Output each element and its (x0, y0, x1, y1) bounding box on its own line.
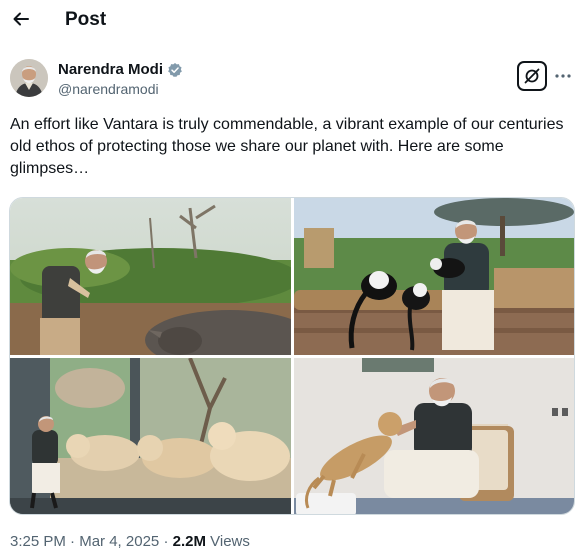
top-bar: Post (0, 0, 588, 42)
more-options-button[interactable] (555, 63, 571, 84)
author-name[interactable]: Narendra Modi (58, 61, 163, 79)
verified-badge-icon (168, 63, 182, 77)
page-title: Post (65, 9, 107, 30)
photo-rhino-garden[interactable] (10, 198, 291, 355)
grok-button[interactable] (517, 61, 547, 91)
tweet-text: An effort like Vantara is truly commenda… (10, 116, 564, 177)
back-button[interactable] (8, 6, 34, 32)
more-options-icon (555, 74, 571, 78)
media-grid (9, 197, 575, 515)
meta-separator: · (163, 533, 169, 550)
photo-lion-cub[interactable] (294, 358, 574, 514)
meta-separator: · (70, 533, 76, 550)
avatar[interactable] (10, 59, 48, 97)
post-meta: 3:25 PM · Mar 4, 2025 · 2.2M Views (10, 533, 250, 550)
views-count: 2.2M (172, 533, 206, 550)
arrow-left-icon (13, 12, 29, 26)
photo-lions-glass[interactable] (10, 358, 291, 514)
post-date[interactable]: Mar 4, 2025 (79, 533, 159, 550)
grok-icon (524, 68, 540, 84)
author-handle[interactable]: @narendramodi (58, 80, 183, 98)
views-label: Views (210, 533, 250, 550)
author-block: Narendra Modi @narendramodi (58, 61, 183, 98)
photo-lemurs[interactable] (294, 198, 574, 355)
post-time[interactable]: 3:25 PM (10, 533, 66, 550)
